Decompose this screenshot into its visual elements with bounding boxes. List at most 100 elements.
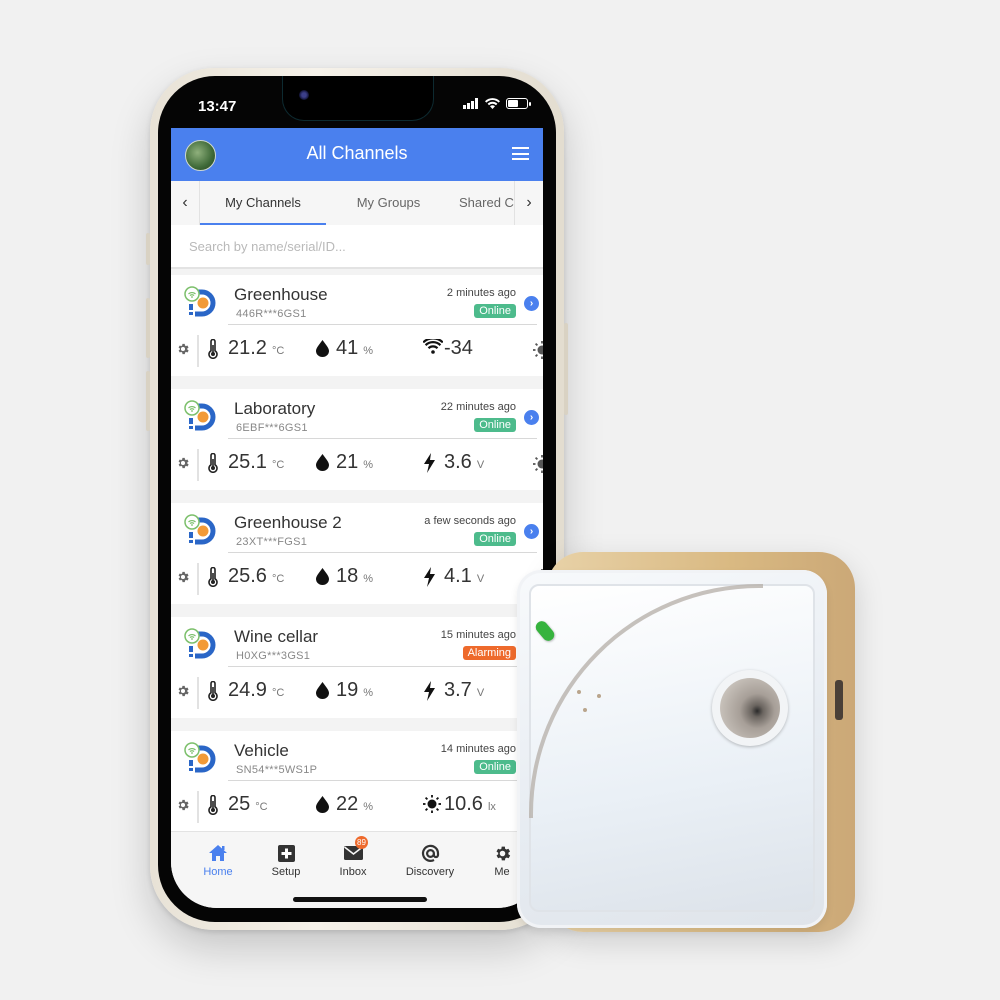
- channel-name: Greenhouse 2: [234, 513, 342, 532]
- reading-unit: °C: [271, 687, 285, 699]
- reading-unit: lx: [487, 801, 496, 813]
- tab-scroll-left-button[interactable]: ‹: [171, 181, 200, 225]
- tab-scroll-right-button[interactable]: ›: [514, 181, 543, 225]
- channel-card[interactable]: Vehicle SN54***5WS1P 14 minutes ago Onli…: [171, 731, 543, 832]
- settings-gear-icon[interactable]: [176, 456, 190, 470]
- reading-voltage-bolt: 3.7 V: [423, 679, 484, 702]
- humidity-drop-icon: [315, 567, 331, 587]
- thermometer-icon: [207, 452, 223, 473]
- settings-gear-icon[interactable]: [176, 570, 190, 584]
- reading-value: 3.7: [444, 679, 472, 701]
- reading-value: 24.9: [228, 679, 267, 701]
- humidity-drop-icon: [315, 795, 331, 815]
- channel-card[interactable]: Greenhouse 2 23XT***FGS1 a few seconds a…: [171, 503, 543, 604]
- reading-voltage-bolt: 4.1 V: [423, 565, 484, 588]
- last-updated: 14 minutes ago: [440, 743, 516, 755]
- app-screen: All Channels ‹ My Channels My Groups Sha…: [171, 128, 543, 908]
- volume-down-button: [146, 371, 150, 431]
- device-front-panel: [517, 570, 827, 928]
- status-time: 13:47: [198, 98, 237, 115]
- last-updated: a few seconds ago: [424, 515, 516, 527]
- reading-light-sun: 10.6 lx: [423, 793, 496, 816]
- reading-unit: V: [476, 573, 485, 585]
- status-icons: [463, 98, 531, 109]
- reading-value: 25: [228, 793, 251, 815]
- reading-humidity-drop: 22 %: [315, 793, 373, 816]
- open-channel-button[interactable]: ›: [524, 524, 539, 539]
- divider: [197, 335, 199, 367]
- thermometer-icon: [207, 566, 223, 587]
- thermometer-icon: [207, 794, 223, 815]
- tab-shared-channels[interactable]: Shared C: [451, 181, 514, 225]
- settings-gear-icon[interactable]: [176, 342, 190, 356]
- divider: [197, 563, 199, 595]
- reading-unit: %: [363, 687, 374, 699]
- search-bar: [171, 225, 543, 269]
- readings-row: 21.2 °C 41 % -34: [171, 335, 543, 367]
- settings-gear-icon[interactable]: [176, 798, 190, 812]
- divider: [197, 677, 199, 709]
- reading-value: 22: [336, 793, 359, 815]
- reading-unit: V: [476, 459, 485, 471]
- hamburger-menu-icon[interactable]: [512, 147, 529, 160]
- readings-row: 24.9 °C 19 % 3.7 V: [171, 677, 543, 709]
- reading-humidity-drop: 19 %: [315, 679, 373, 702]
- channel-tabs: ‹ My Channels My Groups Shared C ›: [171, 181, 543, 225]
- reading-value: 21.2: [228, 337, 267, 359]
- readings-row: 25 °C 22 % 10.6 lx: [171, 791, 543, 823]
- reading-value: 3.6: [444, 451, 472, 473]
- reading-wifi-signal: -34: [422, 336, 478, 360]
- smartphone: 13:47 All Channels ‹ My Channels My Grou…: [146, 68, 568, 930]
- nav-home-label: Home: [203, 866, 233, 878]
- channel-name: Vehicle: [234, 741, 289, 760]
- sensor-window: [712, 670, 788, 746]
- cellular-signal-icon: [463, 98, 478, 109]
- sensor-lens: [720, 678, 780, 738]
- nav-discovery[interactable]: Discovery: [400, 842, 460, 878]
- reading-value: 41: [336, 337, 359, 359]
- humidity-drop-icon: [315, 681, 331, 701]
- reading-unit: °C: [271, 573, 285, 585]
- open-channel-button[interactable]: ›: [524, 410, 539, 425]
- channel-card[interactable]: Laboratory 6EBF***6GS1 22 minutes ago On…: [171, 389, 543, 490]
- power-button: [564, 323, 568, 415]
- vent-hole: [597, 694, 601, 698]
- channel-serial: SN54***5WS1P: [236, 764, 318, 776]
- nav-inbox-label: Inbox: [339, 866, 367, 878]
- home-indicator[interactable]: [293, 897, 427, 902]
- thermometer-icon: [207, 338, 223, 359]
- reading-value: 21: [336, 451, 359, 473]
- plus-square-icon: [277, 844, 295, 862]
- phone-bezel: 13:47 All Channels ‹ My Channels My Grou…: [158, 76, 556, 922]
- last-updated: 2 minutes ago: [446, 287, 516, 299]
- channel-name: Wine cellar: [234, 627, 319, 646]
- nav-inbox[interactable]: 89 Inbox: [323, 836, 383, 878]
- vent-hole: [577, 690, 581, 694]
- reading-value: 25.1: [228, 451, 267, 473]
- device-logo-icon: [183, 628, 217, 662]
- tab-my-groups[interactable]: My Groups: [326, 181, 451, 225]
- divider: [228, 666, 537, 667]
- reading-unit: %: [363, 459, 374, 471]
- notch: [282, 76, 434, 121]
- nav-home[interactable]: Home: [188, 842, 248, 878]
- open-channel-button[interactable]: ›: [524, 296, 539, 311]
- reading-unit: °C: [271, 459, 285, 471]
- reading-value: 18: [336, 565, 359, 587]
- channel-name: Laboratory: [234, 399, 316, 418]
- reading-unit: %: [363, 345, 374, 357]
- nav-setup[interactable]: Setup: [256, 842, 316, 878]
- search-input[interactable]: [171, 225, 543, 267]
- channel-name: Greenhouse: [234, 285, 328, 304]
- reading-value: 19: [336, 679, 359, 701]
- divider: [228, 324, 537, 325]
- reading-value: 25.6: [228, 565, 267, 587]
- device-logo-icon: [183, 514, 217, 548]
- usb-port: [835, 680, 843, 720]
- tab-my-channels[interactable]: My Channels: [200, 181, 326, 225]
- channel-card[interactable]: Wine cellar H0XG***3GS1 15 minutes ago A…: [171, 617, 543, 718]
- channel-card[interactable]: Greenhouse 446R***6GS1 2 minutes ago Onl…: [171, 275, 543, 376]
- page-title: All Channels: [306, 143, 408, 163]
- app-header: All Channels: [171, 128, 543, 181]
- settings-gear-icon[interactable]: [176, 684, 190, 698]
